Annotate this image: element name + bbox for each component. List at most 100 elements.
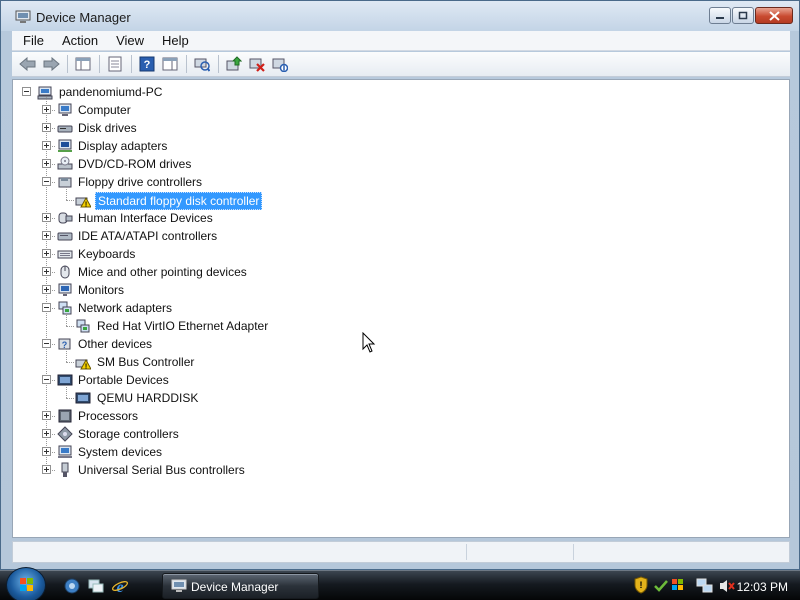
- tree-expander[interactable]: [42, 375, 51, 384]
- action-pane-button[interactable]: [160, 54, 180, 74]
- toolbar-separator: [218, 55, 219, 73]
- update-driver-icon: [226, 56, 242, 71]
- tree-expander[interactable]: [42, 303, 51, 312]
- maximize-button[interactable]: [732, 7, 754, 24]
- tree-node-label[interactable]: Display adapters: [76, 138, 169, 154]
- network-adapter-icon: [75, 318, 91, 334]
- tree-expander[interactable]: [42, 105, 51, 114]
- tree-child-label[interactable]: SM Bus Controller: [95, 354, 196, 370]
- uninstall-button[interactable]: [247, 54, 267, 74]
- tree-expander[interactable]: [42, 447, 51, 456]
- quicklaunch-show-desktop-icon[interactable]: [87, 577, 105, 595]
- tree-expander[interactable]: [42, 141, 51, 150]
- tree-child-label[interactable]: QEMU HARDDISK: [95, 390, 200, 406]
- tree-expander[interactable]: [42, 123, 51, 132]
- tree-node-label[interactable]: DVD/CD-ROM drives: [76, 156, 193, 172]
- tree-node-label[interactable]: Human Interface Devices: [76, 210, 215, 226]
- tree-child-label[interactable]: Red Hat VirtIO Ethernet Adapter: [95, 318, 270, 334]
- windows-logo-icon: [20, 578, 33, 591]
- title-bar[interactable]: Device Manager: [1, 1, 799, 31]
- tree-root-collapse-toggle[interactable]: [22, 87, 31, 96]
- device-tree[interactable]: pandenomiumd-PC Computer Disk drives Displa…: [12, 79, 790, 538]
- tree-node-label[interactable]: Mice and other pointing devices: [76, 264, 249, 280]
- close-icon: [768, 10, 780, 21]
- tree-node-label[interactable]: Floppy drive controllers: [76, 174, 204, 190]
- windows-update-icon[interactable]: [653, 578, 669, 597]
- quicklaunch-internet-explorer-icon[interactable]: e: [111, 577, 129, 596]
- uninstall-icon: [249, 58, 265, 72]
- processor-icon: [57, 408, 73, 424]
- show-hide-console-tree-button[interactable]: [73, 54, 93, 74]
- quicklaunch-switch-windows-icon[interactable]: [63, 577, 81, 595]
- close-button[interactable]: [755, 7, 793, 24]
- tree-node-label[interactable]: Monitors: [76, 282, 126, 298]
- tree-connector: [66, 385, 67, 398]
- back-button[interactable]: [18, 54, 38, 74]
- tree-node-label[interactable]: IDE ATA/ATAPI controllers: [76, 228, 219, 244]
- tree-expander[interactable]: [42, 231, 51, 240]
- tree-node-label[interactable]: Computer: [76, 102, 133, 118]
- minimize-button[interactable]: [709, 7, 731, 24]
- tree-expander[interactable]: [42, 213, 51, 222]
- update-driver-button[interactable]: [224, 54, 244, 74]
- tree-child-label[interactable]: Standard floppy disk controller: [95, 192, 263, 210]
- volume-muted-icon[interactable]: [718, 577, 736, 598]
- security-shield-icon[interactable]: !: [634, 576, 648, 597]
- properties-button[interactable]: [105, 54, 125, 74]
- forward-arrow-icon: [43, 57, 60, 71]
- tree-node-label[interactable]: Network adapters: [76, 300, 174, 316]
- console-tree-icon: [75, 57, 91, 71]
- disable-device-button[interactable]: [270, 54, 290, 74]
- disk-drive-icon: [57, 120, 73, 136]
- menu-help[interactable]: Help: [151, 31, 196, 51]
- menu-bar: File Action View Help: [12, 31, 790, 51]
- menu-view[interactable]: View: [105, 31, 151, 51]
- clock[interactable]: 12:03 PM: [737, 580, 788, 594]
- tree-expander[interactable]: [42, 159, 51, 168]
- hid-icon: [57, 210, 73, 226]
- taskbar-button-device-manager[interactable]: Device Manager: [162, 573, 319, 599]
- windows-flag-icon[interactable]: [670, 577, 686, 596]
- forward-button[interactable]: [41, 54, 61, 74]
- back-arrow-icon: [19, 57, 36, 71]
- tree-node-label[interactable]: Other devices: [76, 336, 154, 352]
- tree-expander[interactable]: [42, 429, 51, 438]
- tree-expander[interactable]: [42, 249, 51, 258]
- tree-connector: [66, 362, 74, 363]
- scan-hardware-button[interactable]: [192, 54, 212, 74]
- help-button[interactable]: ?: [137, 54, 157, 74]
- tree-node-label[interactable]: Portable Devices: [76, 372, 171, 388]
- tree-connector: [66, 326, 74, 327]
- tree-expander[interactable]: [42, 267, 51, 276]
- display-adapter-icon: [57, 138, 73, 154]
- tree-connector: [66, 187, 67, 200]
- tree-node-label[interactable]: Storage controllers: [76, 426, 181, 442]
- usb-icon: [57, 462, 73, 478]
- tree-expander[interactable]: [42, 465, 51, 474]
- menu-action[interactable]: Action: [51, 31, 105, 51]
- tree-root-label[interactable]: pandenomiumd-PC: [57, 84, 164, 100]
- status-pane-divider: [466, 544, 467, 560]
- minimize-icon: [716, 16, 724, 19]
- taskbar-button-label: Device Manager: [191, 580, 279, 594]
- tree-expander[interactable]: [42, 411, 51, 420]
- status-pane-divider: [573, 544, 574, 560]
- action-pane-icon: [162, 57, 178, 71]
- tree-node-label[interactable]: Processors: [76, 408, 140, 424]
- start-button[interactable]: [6, 567, 46, 600]
- tree-node-label[interactable]: Keyboards: [76, 246, 137, 262]
- system-devices-icon: [57, 444, 73, 460]
- tree-node-label[interactable]: System devices: [76, 444, 164, 460]
- menu-file[interactable]: File: [12, 31, 51, 51]
- tree-expander[interactable]: [42, 339, 51, 348]
- warning-device-icon: !: [75, 192, 92, 209]
- tree-expander[interactable]: [42, 285, 51, 294]
- network-icon[interactable]: [696, 577, 714, 598]
- tree-node-label[interactable]: Universal Serial Bus controllers: [76, 462, 247, 478]
- tree-node-label[interactable]: Disk drives: [76, 120, 139, 136]
- mouse-icon: [57, 264, 73, 280]
- root-computer-icon: [37, 84, 53, 100]
- mouse-cursor-icon: [362, 332, 376, 353]
- help-icon: ?: [139, 56, 155, 72]
- tree-expander[interactable]: [42, 177, 51, 186]
